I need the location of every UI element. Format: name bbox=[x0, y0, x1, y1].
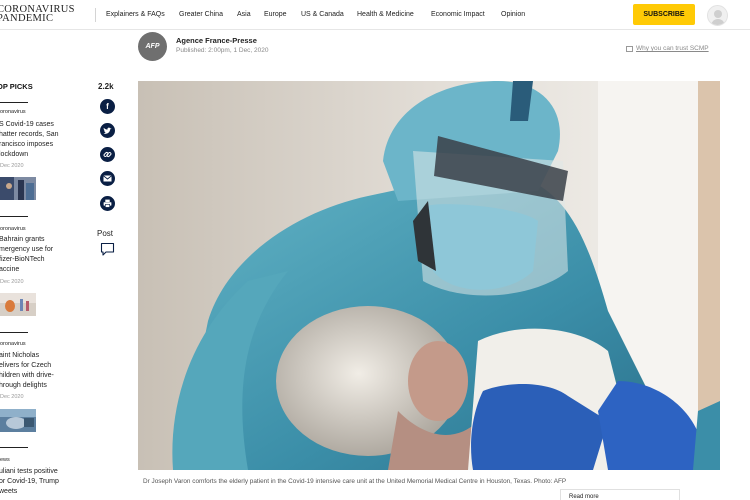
nav-economic-impact[interactable]: Economic Impact bbox=[431, 11, 485, 18]
image-caption: Dr Joseph Varon comforts the elderly pat… bbox=[143, 478, 567, 485]
pick-thumbnail[interactable] bbox=[0, 177, 36, 200]
pick-date: Dec 2020 bbox=[0, 163, 24, 169]
logo-divider bbox=[95, 8, 96, 22]
pick-title[interactable]: aint Nicholas elivers for Czech hildren … bbox=[0, 351, 75, 391]
trust-link[interactable]: Why you can trust SCMP bbox=[636, 45, 709, 52]
print-glyph bbox=[103, 199, 112, 208]
nav-health-medicine[interactable]: Health & Medicine bbox=[357, 11, 414, 18]
pick-date: Dec 2020 bbox=[0, 394, 24, 400]
nav-asia[interactable]: Asia bbox=[237, 11, 251, 18]
pick-divider bbox=[0, 332, 28, 333]
link-icon[interactable] bbox=[100, 147, 115, 162]
pick-title[interactable]: S Covid-19 cases hatter records, San ran… bbox=[0, 120, 75, 160]
pick-category[interactable]: oronavirus bbox=[0, 109, 26, 115]
share-count: 2.2k bbox=[98, 82, 114, 91]
twitter-glyph bbox=[103, 127, 112, 134]
nav-opinion[interactable]: Opinion bbox=[501, 11, 525, 18]
nav-us-canada[interactable]: US & Canada bbox=[301, 11, 344, 18]
pick-category[interactable]: oronavirus bbox=[0, 341, 26, 347]
nav-europe[interactable]: Europe bbox=[264, 11, 287, 18]
pick-thumbnail[interactable] bbox=[0, 409, 36, 432]
pick-date: Dec 2020 bbox=[0, 279, 24, 285]
logo-line-2: PANDEMIC bbox=[0, 13, 54, 24]
subscribe-button[interactable]: SUBSCRIBE bbox=[633, 4, 695, 25]
top-picks-heading: OP PICKS bbox=[0, 82, 33, 91]
facebook-glyph: f bbox=[106, 102, 109, 111]
thumbnail-image-2 bbox=[0, 293, 36, 316]
pick-thumbnail[interactable] bbox=[0, 293, 36, 316]
nav-greater-china[interactable]: Greater China bbox=[179, 11, 223, 18]
email-glyph bbox=[103, 175, 112, 182]
avatar-head bbox=[714, 10, 722, 18]
twitter-icon[interactable] bbox=[100, 123, 115, 138]
pick-divider bbox=[0, 447, 28, 448]
pick-divider bbox=[0, 102, 28, 103]
article-main-image[interactable] bbox=[138, 81, 720, 470]
read-more-link[interactable]: Read more bbox=[569, 494, 599, 500]
pick-category[interactable]: ews bbox=[0, 457, 10, 463]
avatar-body bbox=[711, 19, 725, 25]
pick-category[interactable]: oronavirus bbox=[0, 226, 26, 232]
thumbnail-image-3 bbox=[0, 409, 36, 432]
comment-icon[interactable] bbox=[100, 242, 115, 257]
pick-divider bbox=[0, 216, 28, 217]
coronavirus-pandemic-logo[interactable]: CORONAVIRUS PANDEMIC bbox=[0, 4, 75, 24]
pick-title[interactable]: Bahrain grants mergency use for fizer-Bi… bbox=[0, 235, 75, 275]
published-date: Published: 2:00pm, 1 Dec, 2020 bbox=[176, 47, 269, 54]
trust-info-icon bbox=[626, 46, 633, 52]
pick-title[interactable]: uliani tests positive or Covid-19, Trump… bbox=[0, 467, 75, 497]
hospital-photo bbox=[138, 81, 720, 470]
post-label[interactable]: Post bbox=[97, 229, 113, 238]
author-name[interactable]: Agence France-Presse bbox=[176, 36, 257, 45]
thumbnail-image-1 bbox=[0, 177, 36, 200]
nav-explainers[interactable]: Explainers & FAQs bbox=[106, 11, 165, 18]
article-page: CORONAVIRUS PANDEMIC Explainers & FAQs G… bbox=[0, 0, 750, 500]
link-glyph bbox=[103, 151, 112, 158]
facebook-icon[interactable]: f bbox=[100, 99, 115, 114]
user-icon[interactable] bbox=[707, 5, 728, 26]
top-navigation: CORONAVIRUS PANDEMIC Explainers & FAQs G… bbox=[0, 0, 750, 30]
email-icon[interactable] bbox=[100, 171, 115, 186]
author-avatar[interactable]: AFP bbox=[138, 32, 167, 61]
print-icon[interactable] bbox=[100, 196, 115, 211]
